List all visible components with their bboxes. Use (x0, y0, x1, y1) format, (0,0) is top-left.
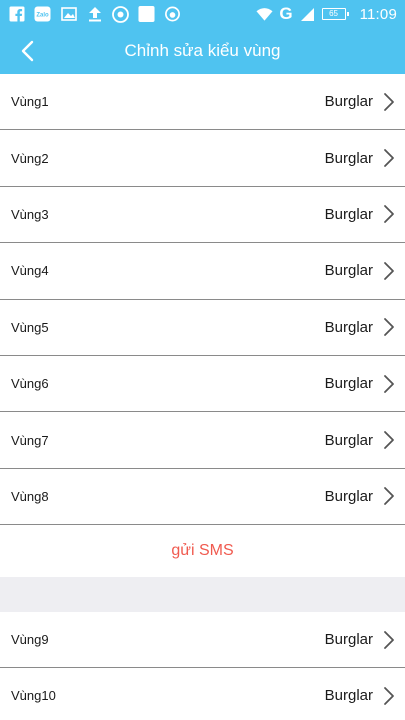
zone-label: Vùng10 (11, 688, 56, 704)
zone-value-group: Burglar (325, 92, 397, 112)
send-sms-row: gửi SMS (0, 525, 405, 578)
battery-icon: 65 (321, 8, 349, 20)
zone-type-value: Burglar (324, 687, 373, 705)
notification-icons: Zalo (8, 5, 181, 23)
zone-value-group: Burglar (325, 630, 397, 650)
zone-group-1: Vùng1 Burglar Vùng2 Burglar Vùng3 Burgla… (0, 74, 405, 526)
status-bar: Zalo G 65 11:09 (0, 0, 405, 28)
zone-value-group: Burglar (325, 486, 397, 506)
zone-value-group: Burglar (325, 148, 397, 168)
back-button[interactable] (14, 38, 40, 64)
upload-icon (86, 6, 103, 23)
zone-type-value: Burglar (324, 318, 373, 336)
zone-row-4[interactable]: Vùng4 Burglar (0, 243, 405, 300)
zone-row-8[interactable]: Vùng8 Burglar (0, 468, 405, 526)
send-sms-button[interactable]: gửi SMS (171, 542, 233, 560)
zone-label: Vùng5 (11, 319, 49, 335)
network-type: G (279, 4, 293, 23)
system-status: G 65 11:09 (256, 4, 397, 24)
zone-type-value: Burglar (324, 487, 373, 505)
zone-row-9[interactable]: Vùng9 Burglar (0, 612, 405, 669)
chevron-left-icon (21, 40, 34, 62)
zone-label: Vùng3 (11, 206, 49, 222)
svg-text:Zalo: Zalo (36, 13, 49, 19)
zone-row-5[interactable]: Vùng5 Burglar (0, 299, 405, 356)
chevron-right-icon (381, 261, 397, 281)
zone-label: Vùng2 (11, 150, 49, 166)
facebook-icon (8, 6, 25, 23)
chevron-right-icon (381, 204, 397, 224)
signal-icon (299, 6, 316, 23)
zone-value-group: Burglar (325, 204, 397, 224)
zone-value-group: Burglar (325, 686, 397, 706)
clock: 11:09 (359, 5, 397, 23)
wifi-icon (256, 6, 273, 23)
chevron-right-icon (381, 92, 397, 112)
app-header: Chỉnh sửa kiểu vùng (0, 28, 405, 74)
chevron-right-icon (381, 374, 397, 394)
chevron-right-icon (381, 486, 397, 506)
zone-type-value: Burglar (324, 631, 373, 649)
zone-row-6[interactable]: Vùng6 Burglar (0, 355, 405, 413)
zone-row-3[interactable]: Vùng3 Burglar (0, 186, 405, 244)
chevron-right-icon (381, 148, 397, 168)
zone-label: Vùng9 (11, 632, 49, 648)
zone-value-group: Burglar (325, 430, 397, 450)
zone-row-1[interactable]: Vùng1 Burglar (0, 74, 405, 131)
chevron-right-icon (381, 630, 397, 650)
zone-type-value: Burglar (324, 205, 373, 223)
zone-type-value: Burglar (324, 149, 373, 167)
chevron-right-icon (381, 317, 397, 337)
zone-label: Vùng4 (11, 263, 49, 279)
zone-row-2[interactable]: Vùng2 Burglar (0, 130, 405, 187)
zone-label: Vùng8 (11, 488, 49, 504)
zone-type-value: Burglar (324, 93, 373, 111)
zone-type-value: Burglar (324, 262, 373, 280)
image-icon (60, 6, 77, 23)
blank-app-icon (138, 5, 155, 23)
chrome-icon (112, 5, 129, 23)
chevron-right-icon (381, 686, 397, 706)
zone-value-group: Burglar (325, 261, 397, 281)
chevron-right-icon (381, 430, 397, 450)
page-title: Chỉnh sửa kiểu vùng (124, 41, 281, 60)
zone-label: Vùng1 (11, 94, 49, 110)
zone-list: Vùng1 Burglar Vùng2 Burglar Vùng3 Burgla… (0, 74, 405, 720)
zalo-icon: Zalo (34, 6, 51, 23)
zone-label: Vùng6 (11, 376, 49, 392)
zone-type-value: Burglar (324, 431, 373, 449)
zone-row-7[interactable]: Vùng7 Burglar (0, 412, 405, 469)
zone-label: Vùng7 (11, 432, 49, 448)
zone-row-10[interactable]: Vùng10 Burglar (0, 668, 405, 720)
zone-value-group: Burglar (325, 317, 397, 337)
zone-group-2: Vùng9 Burglar Vùng10 Burglar (0, 612, 405, 720)
zone-value-group: Burglar (325, 374, 397, 394)
section-divider (0, 577, 405, 613)
eye-icon (164, 6, 181, 23)
zone-type-value: Burglar (324, 375, 373, 393)
